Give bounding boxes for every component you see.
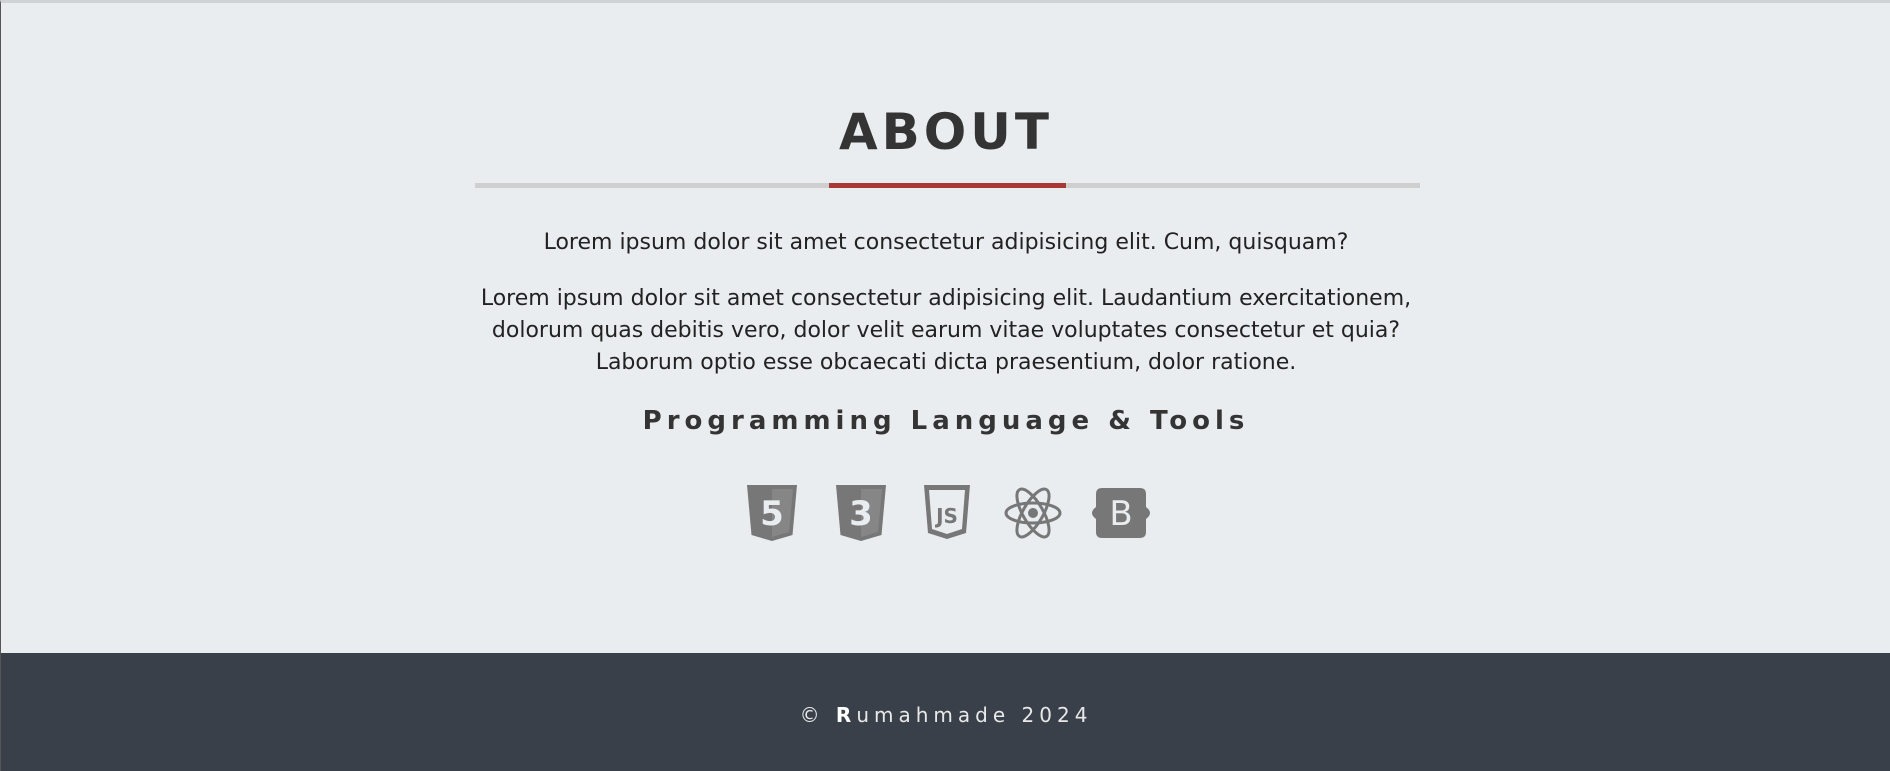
footer: © Rumahmade 2024 — [1, 653, 1890, 771]
css3-icon-label: 3 — [849, 494, 873, 534]
about-paragraph-2: Lorem ipsum dolor sit amet consectetur a… — [480, 286, 1412, 375]
javascript-icon: JS — [918, 483, 976, 543]
react-icon — [1004, 483, 1062, 543]
bootstrap-icon: B — [1092, 483, 1150, 543]
brand-name-rest: umahmade — [856, 703, 1011, 727]
about-section: ABOUT Lorem ipsum dolor sit amet consect… — [1, 3, 1890, 653]
javascript-icon-label: JS — [934, 504, 958, 528]
copyright-symbol: © — [799, 703, 825, 727]
copyright-text: © Rumahmade 2024 — [1, 703, 1890, 727]
tools-title: Programming Language & Tools — [642, 406, 1250, 436]
tools-icon-list: 5 3 JS B — [1, 483, 1890, 543]
about-paragraph-1: Lorem ipsum dolor sit amet consectetur a… — [543, 230, 1349, 255]
about-title: ABOUT — [838, 103, 1054, 161]
page: ABOUT Lorem ipsum dolor sit amet consect… — [0, 0, 1890, 771]
title-underline-accent — [829, 183, 1066, 188]
html5-icon-label: 5 — [760, 494, 784, 534]
copyright-year: 2024 — [1021, 703, 1093, 727]
brand-initial: R — [835, 703, 857, 727]
title-underline — [475, 183, 1420, 188]
html5-icon: 5 — [743, 483, 801, 543]
bootstrap-icon-label: B — [1109, 494, 1132, 534]
css3-icon: 3 — [832, 483, 890, 543]
